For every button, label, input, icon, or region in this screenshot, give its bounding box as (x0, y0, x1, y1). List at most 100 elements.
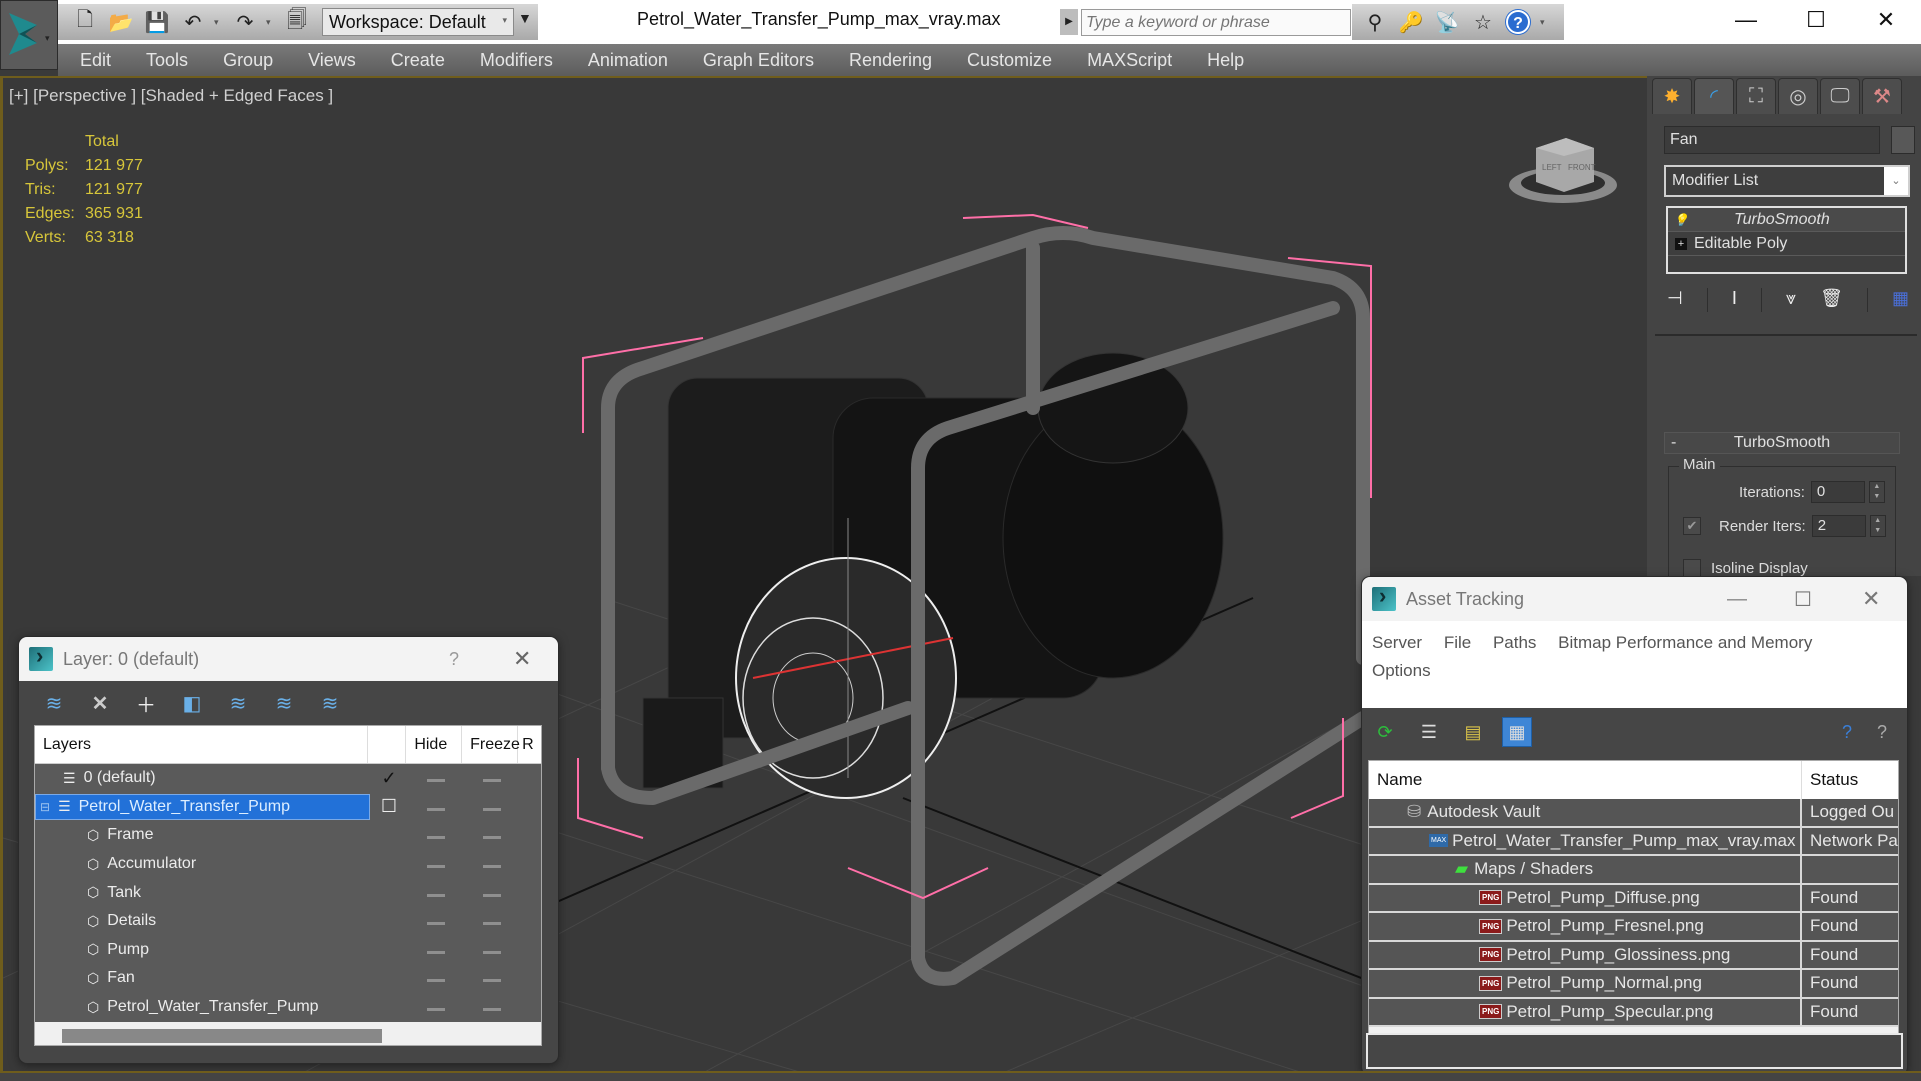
col-hide[interactable]: Hide (406, 726, 463, 763)
asset-row[interactable]: PNG Petrol_Pump_Specular.png Found (1369, 998, 1898, 1027)
help-button[interactable]: ? (449, 649, 459, 670)
help-dropdown-icon[interactable]: ▾ (1540, 17, 1545, 28)
object-row[interactable]: ⬡ Tank (35, 878, 541, 907)
menu-customize[interactable]: Customize (967, 50, 1052, 71)
menu-graph-editors[interactable]: Graph Editors (703, 50, 814, 71)
object-row[interactable]: ⬡ Fan (35, 964, 541, 993)
set-current-layer-icon[interactable]: ≋ (271, 691, 297, 716)
remove-modifier-icon[interactable]: 🗑 (1820, 288, 1843, 312)
configure-modifier-sets-icon[interactable]: ▦ (1892, 288, 1909, 312)
asset-row[interactable]: PNG Petrol_Pump_Glossiness.png Found (1369, 941, 1898, 970)
search-expand-icon[interactable]: ▶ (1060, 9, 1078, 35)
close-button[interactable]: ✕ (1851, 0, 1921, 40)
asset-row[interactable]: PNG Petrol_Pump_Normal.png Found (1369, 970, 1898, 999)
freeze-toggle[interactable] (464, 912, 520, 930)
workspace-dropdown[interactable]: Workspace: Default ▾ (322, 8, 514, 36)
menu-options[interactable]: Options (1372, 661, 1431, 680)
maximize-button[interactable]: ☐ (1781, 0, 1851, 40)
asset-row[interactable]: ▰ Maps / Shaders (1369, 856, 1898, 885)
menu-rendering[interactable]: Rendering (849, 50, 932, 71)
satellite-icon[interactable]: 📡 (1434, 10, 1460, 35)
current-layer-check-icon[interactable]: ✓ (370, 768, 408, 789)
new-layer-icon[interactable]: ≋ (41, 691, 67, 716)
search-input[interactable] (1081, 9, 1351, 36)
col-status[interactable]: Status (1802, 770, 1858, 790)
freeze-toggle[interactable] (464, 769, 520, 787)
close-button[interactable]: ✕ (513, 646, 531, 672)
star-icon[interactable]: ☆ (1470, 10, 1496, 35)
menu-edit[interactable]: Edit (80, 50, 111, 71)
help-icon[interactable]: ? (1506, 10, 1530, 34)
delete-layer-icon[interactable]: ✕ (87, 691, 113, 716)
spinner-arrows-icon[interactable]: ▲ ▼ (1868, 481, 1885, 503)
spinner-arrows-icon[interactable]: ▲ ▼ (1869, 515, 1886, 537)
hide-toggle[interactable] (408, 769, 464, 787)
hide-toggle[interactable] (408, 998, 464, 1016)
key-icon[interactable]: 🔑 (1398, 10, 1424, 35)
expand-plus-icon[interactable]: + (1675, 237, 1687, 250)
hide-toggle[interactable] (408, 798, 464, 816)
online-help-icon[interactable]: ? (1832, 717, 1862, 747)
binoculars-icon[interactable]: ⚲ (1362, 10, 1388, 35)
menu-animation[interactable]: Animation (588, 50, 668, 71)
menu-views[interactable]: Views (308, 50, 356, 71)
object-color-swatch[interactable] (1891, 126, 1915, 154)
list-view-icon[interactable]: ☰ (1414, 717, 1444, 747)
refresh-icon[interactable]: ⟳ (1370, 717, 1400, 747)
tab-create[interactable]: ✸ (1652, 78, 1692, 114)
turbosmooth-rollout-header[interactable]: - TurboSmooth (1664, 432, 1900, 454)
collapse-minus-icon[interactable]: ⊟ (40, 800, 50, 814)
select-layer-icon[interactable]: ≋ (225, 691, 251, 716)
freeze-toggle[interactable] (464, 855, 520, 873)
freeze-toggle[interactable] (464, 998, 520, 1016)
render-iters-checkbox[interactable]: ✔ (1683, 517, 1701, 535)
table-view-icon[interactable]: ▦ (1502, 717, 1532, 747)
layer-row[interactable]: ☰ 0 (default) ✓ (35, 764, 541, 793)
iterations-spinner[interactable]: 0 (1810, 481, 1865, 503)
make-unique-icon[interactable]: ⩔ (1786, 288, 1796, 312)
menu-file[interactable]: File (1444, 633, 1471, 652)
freeze-toggle[interactable] (464, 826, 520, 844)
menu-bitmap-performance[interactable]: Bitmap Performance and Memory (1558, 633, 1812, 652)
asset-dialog-titlebar[interactable]: Asset Tracking — ☐ ✕ (1362, 577, 1907, 621)
freeze-toggle[interactable] (464, 969, 520, 987)
maximize-button[interactable]: ☐ (1794, 587, 1812, 612)
col-render[interactable]: R (518, 726, 541, 763)
stack-item-turbosmooth[interactable]: 💡 TurboSmooth (1668, 208, 1905, 232)
open-file-icon[interactable]: 📂 (106, 7, 136, 37)
minimize-button[interactable]: — (1711, 0, 1781, 40)
show-end-result-icon[interactable]: Ⅰ (1732, 288, 1737, 312)
object-row[interactable]: ⬡ Pump (35, 936, 541, 965)
asset-row[interactable]: PNG Petrol_Pump_Fresnel.png Found (1369, 913, 1898, 942)
close-button[interactable]: ✕ (1862, 586, 1880, 612)
toolbar-overflow-icon[interactable]: ▼ (518, 10, 532, 26)
redo-dropdown-icon[interactable]: ▾ (266, 17, 276, 28)
layer-dialog-titlebar[interactable]: Layer: 0 (default) ? ✕ (19, 637, 558, 681)
freeze-toggle[interactable] (464, 941, 520, 959)
menu-create[interactable]: Create (391, 50, 445, 71)
col-layers[interactable]: Layers (35, 726, 369, 763)
col-freeze[interactable]: Freeze (462, 726, 520, 763)
menu-paths[interactable]: Paths (1493, 633, 1536, 652)
hide-toggle[interactable] (408, 884, 464, 902)
asset-row[interactable]: ⛁ Autodesk Vault Logged Ou (1369, 799, 1898, 828)
lightbulb-icon[interactable]: 💡 (1668, 213, 1694, 227)
hide-toggle[interactable] (408, 969, 464, 987)
select-objects-icon[interactable]: ◧ (179, 691, 205, 716)
object-row[interactable]: ⬡ Details (35, 907, 541, 936)
menu-server[interactable]: Server (1372, 633, 1422, 652)
asset-row[interactable]: MAX Petrol_Water_Transfer_Pump_max_vray.m… (1369, 827, 1898, 856)
save-icon[interactable]: 💾 (142, 7, 172, 37)
freeze-toggle[interactable] (464, 798, 520, 816)
pin-stack-icon[interactable]: ⊣ (1667, 288, 1683, 312)
tab-modify[interactable]: ◜ (1694, 78, 1734, 114)
help-icon[interactable]: ? (1867, 717, 1897, 747)
undo-dropdown-icon[interactable]: ▾ (214, 17, 224, 28)
set-current-checkbox[interactable]: ☐ (370, 796, 408, 817)
project-folder-icon[interactable]: 🗐 (282, 7, 312, 37)
tab-display[interactable]: 🖵 (1820, 78, 1860, 114)
col-current[interactable] (368, 726, 407, 763)
redo-icon[interactable]: ↷ (230, 7, 260, 37)
isoline-display-checkbox[interactable] (1683, 559, 1701, 577)
tree-view-icon[interactable]: ▤ (1458, 717, 1488, 747)
